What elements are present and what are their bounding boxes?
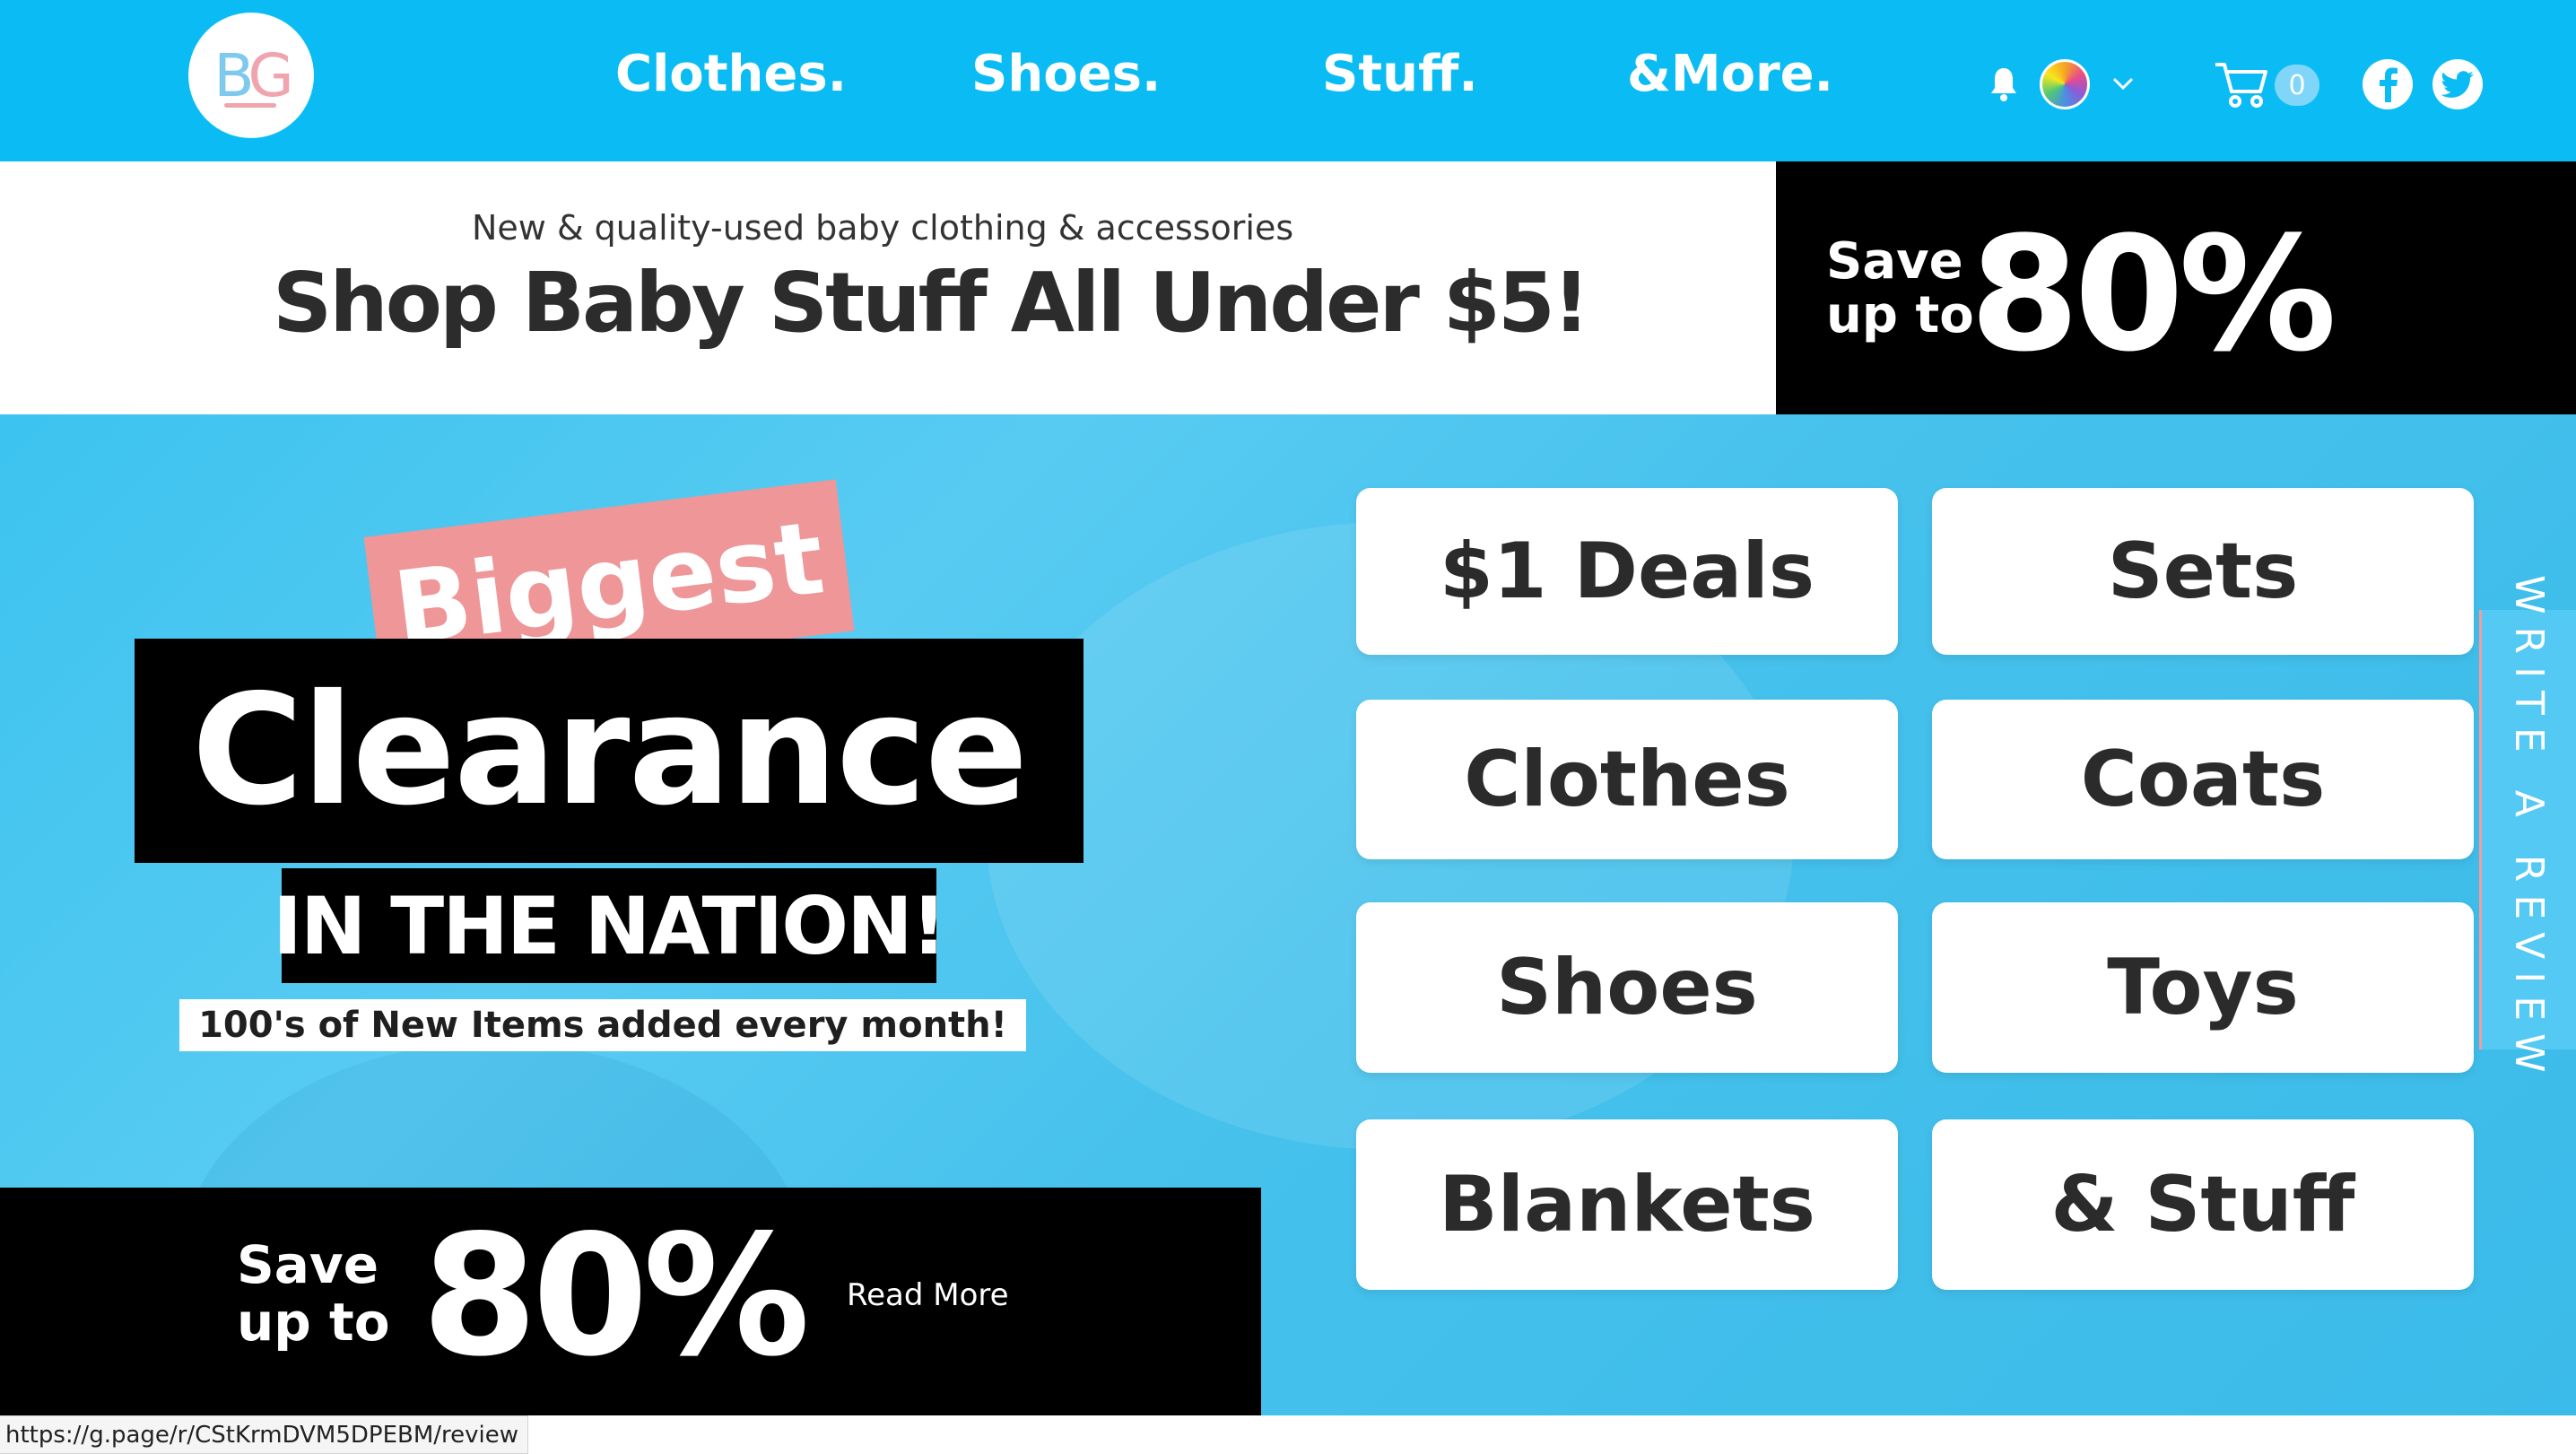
browser-status-bar: https://g.page/r/CStKrmDVM5DPEBM/review: [0, 1415, 529, 1454]
chevron-down-icon[interactable]: [2110, 70, 2137, 97]
category-label: Blankets: [1439, 1160, 1815, 1249]
nav-more[interactable]: &More.: [1627, 45, 1833, 103]
site-logo[interactable]: BG: [188, 13, 314, 138]
hero-note: 100's of New Items added every month!: [179, 999, 1026, 1051]
hero-subheadline-text: IN THE NATION!: [273, 879, 947, 972]
category-button-clothes[interactable]: Clothes: [1356, 700, 1898, 859]
save-bottom-label: Save up to: [237, 1236, 390, 1351]
write-review-label: WRITE A REVIEW: [2506, 574, 2552, 1085]
hero-note-text: 100's of New Items added every month!: [198, 1005, 1007, 1046]
nav-clothes[interactable]: Clothes.: [615, 45, 847, 103]
category-label: Sets: [2107, 527, 2299, 616]
save-bottom-label-line1: Save: [237, 1234, 379, 1295]
logo-letter-b: B: [213, 40, 253, 110]
save-top-label-line1: Save: [1826, 232, 1963, 291]
category-label: Coats: [2080, 735, 2326, 824]
twitter-glyph: [2441, 71, 2474, 98]
save-top-label-line2: up to: [1826, 286, 1974, 344]
write-review-tab[interactable]: WRITE A REVIEW: [2479, 575, 2576, 1084]
site-header: BG Clothes. Shoes. Stuff. &More. 0: [0, 0, 2576, 161]
category-button-shoes[interactable]: Shoes: [1356, 902, 1898, 1073]
hero-headline: Clearance: [135, 639, 1083, 863]
category-label: Shoes: [1496, 943, 1758, 1032]
category-button-stuff[interactable]: & Stuff: [1932, 1119, 2474, 1290]
category-button-coats[interactable]: Coats: [1932, 700, 2474, 859]
language-flag-icon[interactable]: [2040, 59, 2090, 109]
facebook-glyph: [2380, 67, 2398, 102]
logo-letter-g: G: [248, 40, 293, 110]
status-bar-url: https://g.page/r/CStKrmDVM5DPEBM/review: [5, 1421, 519, 1449]
category-label: Toys: [2107, 943, 2299, 1032]
category-button-1-deals[interactable]: $1 Deals: [1356, 488, 1898, 655]
category-label: Clothes: [1464, 735, 1790, 824]
logo-underline: [224, 103, 276, 108]
cart-icon[interactable]: [2214, 59, 2269, 109]
category-label: $1 Deals: [1439, 527, 1815, 616]
category-button-blankets[interactable]: Blankets: [1356, 1119, 1898, 1290]
subbanner-headline: Shop Baby Stuff All Under $5!: [273, 255, 1590, 351]
bell-icon[interactable]: [1989, 66, 2018, 102]
save-bottom-percent: 80%: [422, 1198, 810, 1393]
save-top-percent: 80%: [1970, 203, 2337, 387]
nav-stuff[interactable]: Stuff.: [1322, 45, 1478, 103]
facebook-icon[interactable]: [2363, 59, 2413, 109]
save-top-label: Save up to: [1826, 235, 1974, 343]
twitter-icon[interactable]: [2432, 59, 2483, 109]
read-more-link[interactable]: Read More: [847, 1277, 1009, 1313]
cart-count-badge[interactable]: 0: [2275, 65, 2319, 106]
subbanner-tagline: New & quality-used baby clothing & acces…: [472, 208, 1294, 248]
category-button-sets[interactable]: Sets: [1932, 488, 2474, 655]
category-button-toys[interactable]: Toys: [1932, 902, 2474, 1073]
category-label: & Stuff: [2050, 1160, 2355, 1249]
logo-text: BG: [213, 40, 293, 110]
save-bottom-label-line2: up to: [237, 1292, 390, 1353]
hero-headline-text: Clearance: [191, 662, 1029, 840]
hero-subheadline: IN THE NATION!: [273, 868, 947, 983]
nav-shoes[interactable]: Shoes.: [971, 45, 1161, 103]
